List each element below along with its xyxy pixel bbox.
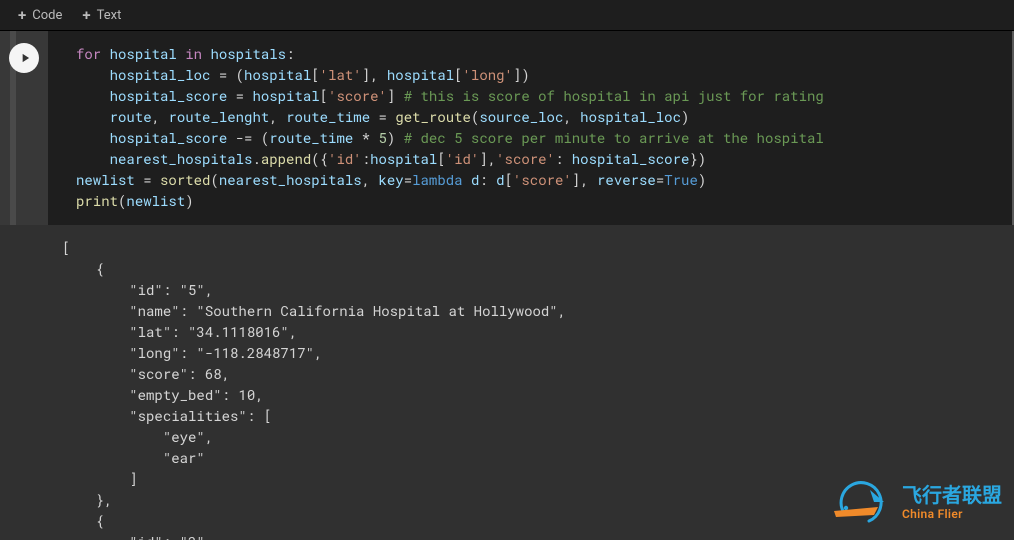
add-text-button[interactable]: + Text [72,2,131,28]
plus-icon: + [18,6,26,24]
add-text-label: Text [97,8,122,23]
plus-icon: + [82,6,90,24]
code-cell: for hospital in hospitals: hospital_loc … [0,31,1014,225]
cell-output: [ { "id": "5", "name": "Southern Califor… [0,225,1014,540]
play-icon [18,51,32,65]
add-code-button[interactable]: + Code [8,2,72,28]
add-code-label: Code [32,8,62,23]
run-cell-button[interactable] [9,43,39,73]
toolbar: + Code + Text [0,0,1014,31]
cell-gutter [0,31,48,225]
code-editor[interactable]: for hospital in hospitals: hospital_loc … [48,31,1014,225]
